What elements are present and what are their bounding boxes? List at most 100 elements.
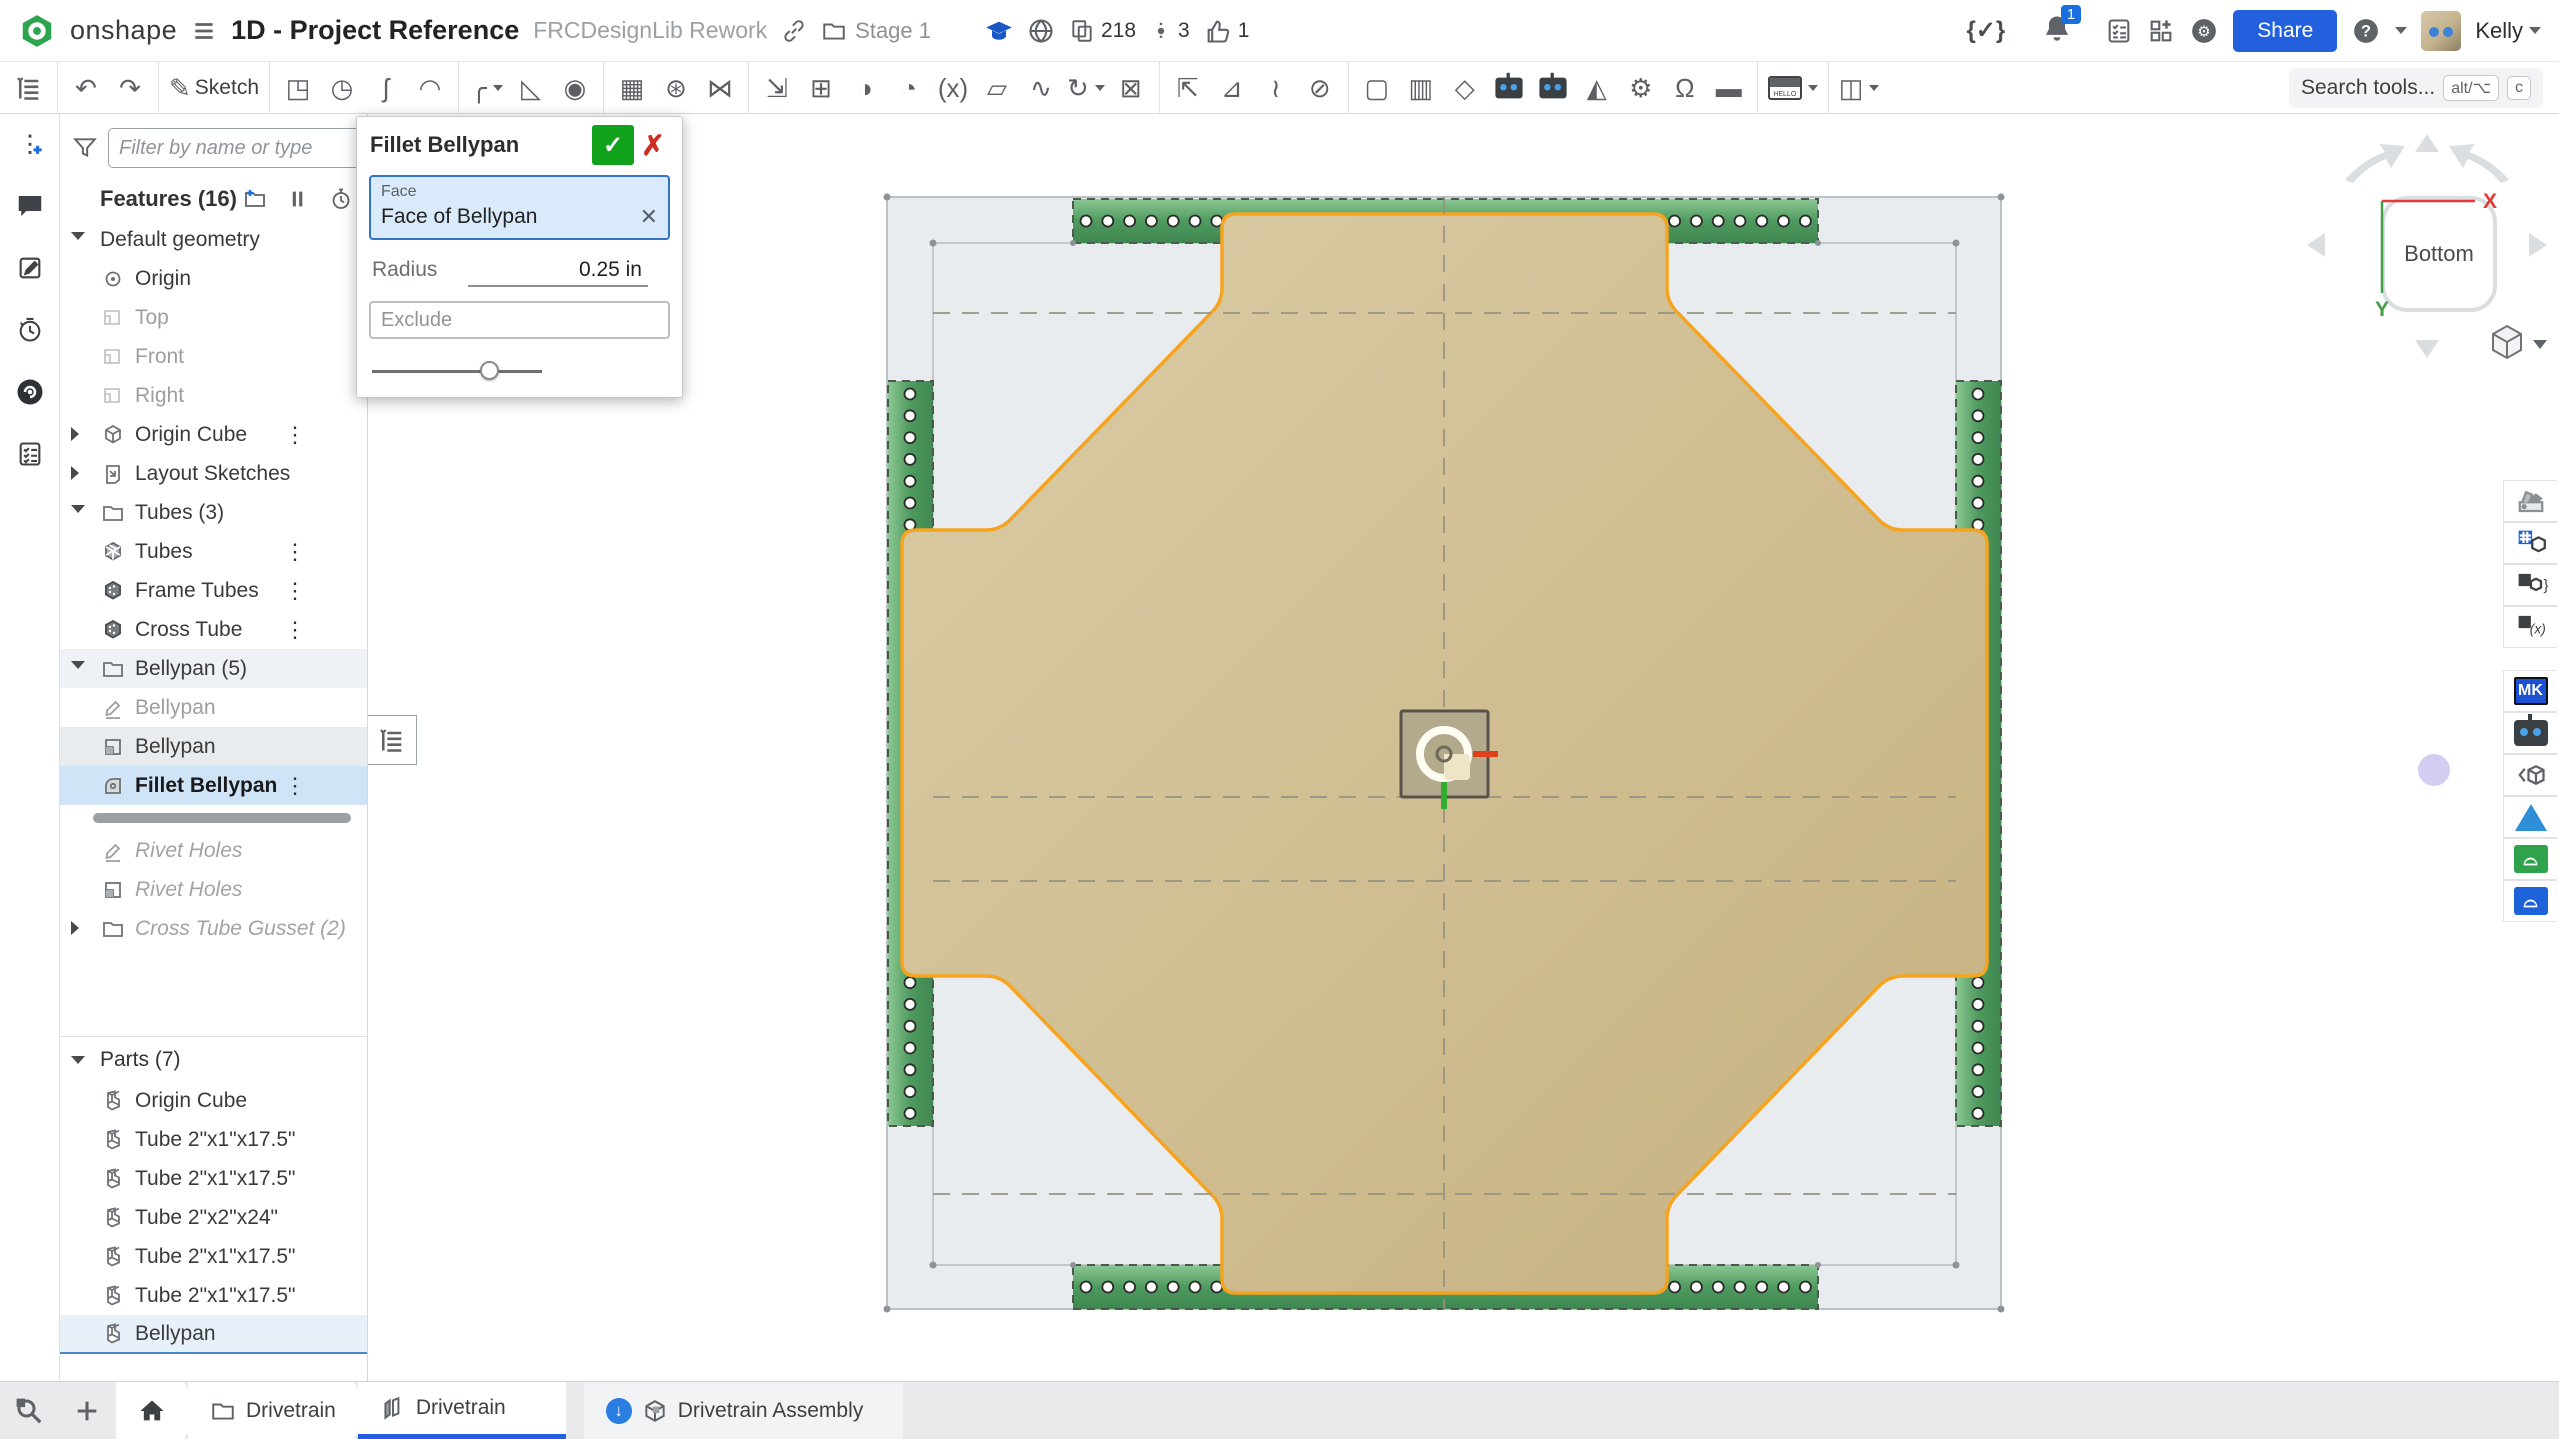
expand-chevron-icon[interactable] — [71, 505, 85, 513]
edit-notes-icon[interactable] — [12, 250, 48, 286]
spacer-icon[interactable]: ▬ — [1707, 66, 1751, 110]
part-row-origin-cube[interactable]: Origin Cube — [60, 1081, 367, 1120]
delete-part-icon[interactable]: ⊠ — [1109, 66, 1153, 110]
follow-mode-icon[interactable] — [12, 374, 48, 410]
find-in-document-button[interactable] — [0, 1382, 58, 1439]
part-row-tube-2-x1-x17-5-[interactable]: Tube 2"x1"x17.5" — [60, 1237, 367, 1276]
model-canvas[interactable]: Bottom X Y — [368, 114, 2559, 1381]
slider-handle[interactable] — [480, 361, 499, 380]
hole-icon[interactable]: ◉ — [553, 66, 597, 110]
loft-icon[interactable]: ◠ — [408, 66, 452, 110]
scene-svg[interactable] — [368, 114, 2559, 1381]
flange-icon[interactable]: ⊿ — [1210, 66, 1254, 110]
feature-row-rivet-holes[interactable]: Rivet Holes — [60, 831, 367, 870]
feature-row-top[interactable]: Top — [60, 298, 367, 337]
config-functions-icon[interactable]: (x) — [2503, 606, 2557, 648]
likes-stat[interactable]: 1 — [1204, 17, 1250, 45]
circular-pattern-icon[interactable]: ⊛ — [654, 66, 698, 110]
feature-row-bellypan-5-[interactable]: Bellypan (5) — [60, 649, 367, 688]
copies-stat[interactable]: 218 — [1069, 18, 1136, 44]
fillet-dropdown-icon[interactable] — [493, 85, 503, 91]
expand-chevron-icon[interactable] — [71, 232, 85, 240]
tab-drivetrain-assembly[interactable]: ↓Drivetrain Assembly — [584, 1382, 904, 1439]
rebuild-time-icon[interactable] — [329, 187, 353, 211]
document-menu-icon[interactable] — [191, 18, 217, 44]
ai-advisor-icon[interactable]: ⚙ — [2189, 16, 2219, 46]
measure-icon[interactable]: ◫ — [1835, 66, 1884, 110]
transform-icon[interactable]: ⇲ — [755, 66, 799, 110]
new-tab-button[interactable] — [58, 1382, 116, 1439]
view-menu-caret-icon[interactable] — [2533, 340, 2547, 349]
feature-row-tubes-3-[interactable]: Tubes (3) — [60, 493, 367, 532]
document-title[interactable]: 1D - Project Reference — [231, 15, 519, 46]
redo-icon[interactable]: ↷ — [108, 66, 152, 110]
pattern-icon[interactable]: ↻ — [1063, 66, 1109, 110]
measure-dropdown-icon[interactable] — [1869, 85, 1879, 91]
expand-chevron-icon[interactable] — [71, 427, 79, 441]
new-folder-icon[interactable] — [243, 187, 267, 211]
fillet-icon[interactable]: ╭ — [465, 66, 509, 110]
bend-icon[interactable]: ≀ — [1254, 66, 1298, 110]
gusset-icon[interactable]: ◭ — [1575, 66, 1619, 110]
parts-chevron-icon[interactable] — [71, 1056, 85, 1064]
view-cube[interactable]: Bottom X Y — [2285, 128, 2555, 378]
feature-state-dots-icon[interactable]: ⋮ — [284, 773, 305, 799]
comments-icon[interactable] — [12, 188, 48, 224]
rollback-bar[interactable] — [60, 805, 367, 831]
feature-row-cross-tube[interactable]: Cross Tube⋮ — [60, 610, 367, 649]
onshape-logo-icon[interactable] — [18, 12, 56, 50]
feature-state-dots-icon[interactable]: ⋮ — [284, 422, 305, 448]
shaft-icon[interactable]: ◇ — [1443, 66, 1487, 110]
feature-row-bellypan[interactable]: Bellypan — [60, 688, 367, 727]
sketch-button[interactable]: ✎Sketch — [165, 66, 263, 110]
search-tools-button[interactable]: Search tools... alt/⌥ c — [2289, 68, 2543, 108]
rollback-slider[interactable] — [372, 361, 542, 381]
config-table-icon[interactable] — [2503, 522, 2557, 564]
surface-icon[interactable]: ∿ — [1019, 66, 1063, 110]
workspace-breadcrumb[interactable]: Stage 1 — [821, 18, 931, 44]
public-document-icon[interactable] — [1027, 17, 1055, 45]
tensioner-icon[interactable]: Ω — [1663, 66, 1707, 110]
insert-version-icon[interactable] — [12, 126, 48, 162]
feature-list-flyout-button[interactable] — [367, 715, 417, 765]
suspend-rebuild-icon[interactable] — [287, 187, 309, 211]
filter-input[interactable] — [108, 128, 368, 168]
expand-chevron-icon[interactable] — [71, 661, 85, 669]
face-selection-field[interactable]: Face Face of Bellypan ✕ — [369, 175, 670, 240]
plane-icon[interactable]: ▱ — [975, 66, 1019, 110]
accept-button[interactable]: ✓ — [592, 125, 634, 165]
feature-row-rivet-holes[interactable]: Rivet Holes — [60, 870, 367, 909]
extrude-icon[interactable]: ◳ — [276, 66, 320, 110]
feature-state-dots-icon[interactable]: ⋮ — [284, 578, 305, 604]
tab-drivetrain-partstudio[interactable]: Drivetrain — [358, 1382, 566, 1439]
part-row-bellypan[interactable]: Bellypan — [60, 1315, 367, 1354]
name-tag-dropdown-icon[interactable] — [1808, 85, 1818, 91]
parts-header[interactable]: Parts (7) — [60, 1039, 367, 1081]
boolean-icon[interactable]: ◑ — [843, 66, 887, 110]
mk-library-icon[interactable]: MK — [2503, 670, 2557, 712]
robot-lib-icon[interactable] — [1531, 66, 1575, 110]
history-icon[interactable] — [12, 312, 48, 348]
learning-center-icon[interactable] — [985, 17, 1013, 45]
feature-row-origin[interactable]: Origin — [60, 259, 367, 298]
part-row-tube-2-x1-x17-5-[interactable]: Tube 2"x1"x17.5" — [60, 1120, 367, 1159]
delete-face-icon[interactable]: ⊘ — [1298, 66, 1342, 110]
robot-config-icon[interactable] — [1487, 66, 1531, 110]
breadcrumb-tab-drivetrain[interactable]: Drivetrain — [188, 1382, 370, 1439]
frame-icon[interactable]: ▢ — [1355, 66, 1399, 110]
pattern-dropdown-icon[interactable] — [1095, 85, 1105, 91]
feature-row-bellypan[interactable]: Bellypan — [60, 727, 367, 766]
feature-list-toggle-button[interactable] — [0, 62, 58, 113]
undo-icon[interactable]: ↶ — [64, 66, 108, 110]
feature-row-cross-tube-gusset-2-[interactable]: Cross Tube Gusset (2) — [60, 909, 367, 948]
triangle-app-icon[interactable] — [2503, 796, 2557, 838]
config-variables-icon[interactable]: } — [2503, 564, 2557, 606]
robot-assistant-icon[interactable] — [2503, 712, 2557, 754]
versions-stat[interactable]: 3 — [1150, 18, 1190, 44]
clear-selection-icon[interactable]: ✕ — [640, 204, 658, 230]
tube-icon[interactable]: ▥ — [1399, 66, 1443, 110]
home-tab[interactable] — [116, 1382, 200, 1439]
feature-row-origin-cube[interactable]: Origin Cube⋮ — [60, 415, 367, 454]
part-row-tube-2-x1-x17-5-[interactable]: Tube 2"x1"x17.5" — [60, 1159, 367, 1198]
name-tag-icon[interactable]: HELLO — [1764, 66, 1822, 110]
